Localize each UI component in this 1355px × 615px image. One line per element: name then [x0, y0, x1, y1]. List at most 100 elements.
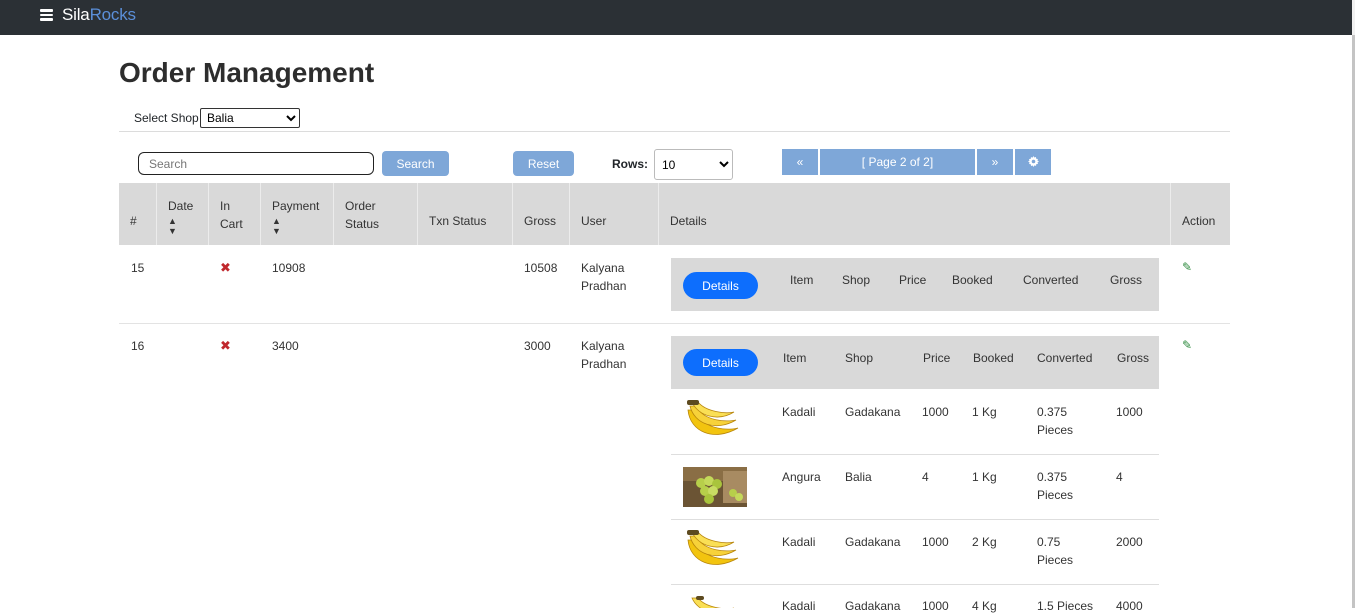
col-order-status-label-1: Order: [345, 199, 376, 213]
detail-shop: Gadakana: [845, 535, 901, 549]
detail-booked: 4 Kg: [972, 599, 997, 613]
sub-col-gross: Gross: [1110, 273, 1143, 287]
col-user-label: User: [581, 214, 607, 228]
row-gross: 3000: [524, 339, 551, 353]
gear-icon: [1027, 156, 1039, 167]
settings-button[interactable]: [1015, 149, 1051, 175]
row-user: Kalyana Pradhan: [581, 259, 626, 295]
x-icon: ✖: [220, 260, 231, 275]
sub-col-booked: Booked: [973, 351, 1014, 365]
search-input[interactable]: [138, 152, 374, 175]
detail-gross: 2000: [1116, 535, 1143, 549]
detail-converted: 0.375 Pieces: [1037, 470, 1074, 502]
row-num: 15: [131, 261, 145, 275]
col-header-date[interactable]: Date ▲ ▼: [157, 183, 209, 245]
detail-gross: 4000: [1116, 599, 1143, 613]
top-navbar: SilaRocks: [0, 0, 1352, 35]
col-action-label: Action: [1182, 214, 1216, 228]
brand-logo[interactable]: SilaRocks: [62, 5, 136, 25]
detail-converted: 1.5 Pieces: [1037, 599, 1094, 613]
rows-per-page-select[interactable]: 10: [654, 149, 733, 180]
col-in-cart-label-2: Cart: [220, 217, 243, 231]
details-button[interactable]: Details: [683, 349, 758, 376]
user-last-name: Pradhan: [581, 357, 627, 371]
row-divider: [119, 323, 1230, 324]
sub-col-converted: Converted: [1023, 273, 1079, 287]
detail-price: 1000: [922, 405, 949, 419]
sub-col-price: Price: [899, 273, 927, 287]
rows-label: Rows:: [612, 157, 648, 171]
detail-booked: 1 Kg: [972, 405, 997, 419]
sub-col-price: Price: [923, 351, 951, 365]
details-subheader: Details Item Shop Price Booked Converted…: [671, 336, 1159, 389]
row-user: Kalyana Pradhan: [581, 337, 626, 373]
banana-image: [687, 530, 739, 565]
details-subheader: Details Item Shop Price Booked Converted…: [671, 258, 1159, 311]
detail-item: Kadali: [782, 599, 816, 613]
col-gross-label: Gross: [524, 214, 557, 228]
detail-booked: 1 Kg: [972, 470, 997, 484]
page-title: Order Management: [119, 57, 375, 88]
col-header-action: Action: [1171, 183, 1230, 245]
brand-part2: Rocks: [89, 5, 136, 24]
shop-select[interactable]: Balia: [200, 108, 300, 128]
detail-shop: Gadakana: [845, 599, 901, 613]
divider: [119, 131, 1230, 132]
detail-price: 1000: [922, 599, 949, 613]
pager-first-button[interactable]: «: [782, 149, 818, 175]
detail-item: Angura: [782, 470, 821, 484]
col-order-status-label-2: Status: [345, 217, 380, 231]
detail-converted: 0.75 Pieces: [1037, 535, 1074, 567]
col-header-in-cart: In Cart: [209, 183, 261, 245]
detail-gross: 4: [1116, 470, 1123, 484]
col-header-user: User: [570, 183, 659, 245]
col-header-details: Details: [659, 183, 1171, 245]
sub-col-item: Item: [790, 273, 814, 287]
user-last-name: Pradhan: [581, 279, 627, 293]
col-header-payment[interactable]: Payment ▲ ▼: [261, 183, 334, 245]
sub-col-converted: Converted: [1037, 351, 1093, 365]
col-num-label: #: [130, 214, 137, 228]
sort-icon[interactable]: ▲ ▼: [272, 216, 319, 236]
sub-col-item: Item: [783, 351, 807, 365]
sub-col-shop: Shop: [845, 351, 874, 365]
col-header-order-status: Order Status: [334, 183, 418, 245]
divider: [671, 519, 1159, 520]
detail-booked: 2 Kg: [972, 535, 997, 549]
detail-price: 1000: [922, 535, 949, 549]
detail-item: Kadali: [782, 535, 816, 549]
divider: [671, 584, 1159, 585]
pager-next-button[interactable]: »: [977, 149, 1013, 175]
sort-icon[interactable]: ▲ ▼: [168, 216, 193, 236]
detail-shop: Balia: [845, 470, 872, 484]
col-txn-status-label: Txn Status: [429, 214, 487, 228]
detail-item: Kadali: [782, 405, 816, 419]
details-button[interactable]: Details: [683, 272, 758, 299]
sub-col-shop: Shop: [842, 273, 871, 287]
row-num: 16: [131, 339, 145, 353]
reset-button[interactable]: Reset: [513, 151, 574, 176]
hamburger-icon[interactable]: [40, 9, 53, 21]
sub-col-gross: Gross: [1117, 351, 1150, 365]
shop-select-label: Select Shop: [134, 111, 199, 125]
pencil-icon[interactable]: ✎: [1182, 338, 1192, 352]
col-header-txn-status: Txn Status: [418, 183, 513, 245]
col-date-label: Date: [168, 199, 194, 213]
col-header-gross: Gross: [513, 183, 570, 245]
row-payment: 10908: [272, 261, 306, 275]
user-first-name: Kalyana: [581, 339, 625, 353]
detail-price: 4: [922, 470, 929, 484]
pager-status: [ Page 2 of 2]: [820, 149, 975, 175]
orders-table-header: # Date ▲ ▼ In Cart Payment ▲ ▼ Order Statu…: [119, 183, 1230, 245]
row-payment: 3400: [272, 339, 299, 353]
sub-col-booked: Booked: [952, 273, 993, 287]
divider: [671, 454, 1159, 455]
col-details-label: Details: [670, 214, 707, 228]
banana-image: [687, 400, 739, 435]
detail-gross: 1000: [1116, 405, 1143, 419]
row-gross: 10508: [524, 261, 558, 275]
col-header-num: #: [119, 183, 157, 245]
search-button[interactable]: Search: [382, 151, 449, 176]
x-icon: ✖: [220, 338, 231, 353]
pencil-icon[interactable]: ✎: [1182, 260, 1192, 274]
